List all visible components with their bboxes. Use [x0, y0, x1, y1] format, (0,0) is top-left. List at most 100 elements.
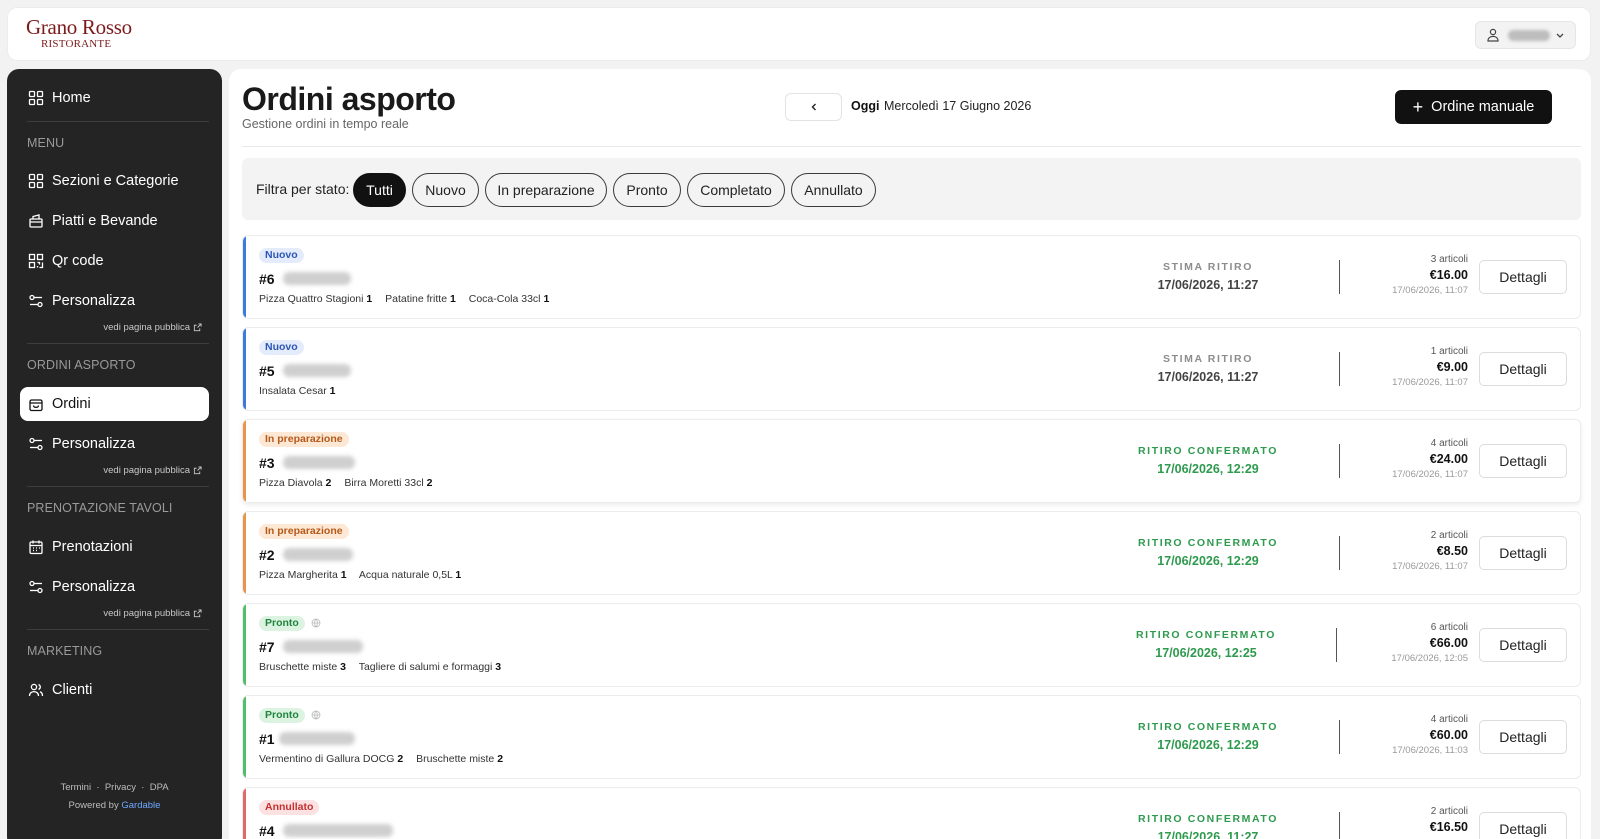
- item-name: Bruschette miste: [259, 661, 338, 673]
- grid-icon: [28, 90, 44, 106]
- filter-chip-nuovo[interactable]: Nuovo: [412, 173, 479, 207]
- order-summary: 6 articoli €66.00 17/06/2026, 12:05: [1391, 622, 1468, 664]
- item-name: Tagliere di salumi e formaggi: [358, 661, 493, 673]
- order-item: Birra Moretti 33cl 2: [344, 477, 432, 489]
- order-number: #2: [259, 547, 275, 563]
- status-badge: In preparazione: [259, 524, 349, 539]
- order-item: Insalata Cesar 1: [259, 385, 335, 397]
- order-item: Coca-Cola 33cl 1: [469, 293, 550, 305]
- order-card[interactable]: Nuovo #6 Pizza Quattro Stagioni 1 Patati…: [242, 235, 1581, 319]
- sidebar-item-piatti-bevande[interactable]: Piatti e Bevande: [20, 204, 209, 238]
- public-page-label: vedi pagina pubblica: [103, 465, 190, 476]
- order-items: Insalata Cesar 1: [259, 385, 345, 397]
- status-badge: In preparazione: [259, 432, 349, 447]
- terms-link[interactable]: Termini: [60, 782, 91, 793]
- order-items: Vermentino di Gallura DOCG 2 Bruschette …: [259, 753, 513, 765]
- details-button[interactable]: Dettagli: [1479, 628, 1567, 662]
- users-icon: [28, 683, 44, 697]
- sidebar-item-label: Home: [52, 90, 91, 106]
- order-total: €8.50: [1436, 544, 1468, 558]
- brand-logo[interactable]: Grano Rosso RISTORANTE: [26, 17, 132, 50]
- sidebar-item-prenotazioni[interactable]: Prenotazioni: [20, 530, 209, 564]
- item-name: Acqua naturale 0,5L: [358, 569, 453, 581]
- divider: [1339, 444, 1340, 478]
- order-items: Pizza Margherita 1 Acqua naturale 0,5L 1: [259, 569, 471, 581]
- order-number: #5: [259, 363, 275, 379]
- order-created-time: 17/06/2026, 11:07: [1392, 377, 1468, 388]
- order-card[interactable]: Nuovo #5 Insalata Cesar 1 STIMA RITIRO 1…: [242, 327, 1581, 411]
- page-subtitle: Gestione ordini in tempo reale: [242, 117, 409, 131]
- public-page-link-menu[interactable]: vedi pagina pubblica: [103, 322, 202, 333]
- order-card[interactable]: In preparazione #2 Pizza Margherita 1 Ac…: [242, 511, 1581, 595]
- details-button[interactable]: Dettagli: [1479, 352, 1567, 386]
- sidebar-item-home[interactable]: Home: [20, 81, 209, 115]
- order-card[interactable]: Pronto #1 Vermentino di Gallura DOCG 2 B…: [242, 695, 1581, 779]
- filter-chip-annullato[interactable]: Annullato: [791, 173, 876, 207]
- filter-chip-completato[interactable]: Completato: [687, 173, 785, 207]
- privacy-link[interactable]: Privacy: [105, 782, 136, 793]
- order-summary: 4 articoli €60.00 17/06/2026, 11:03: [1392, 714, 1468, 756]
- user-menu-button[interactable]: [1475, 21, 1576, 49]
- order-items: Pizza Quattro Stagioni 1 Patatine fritte…: [259, 293, 559, 305]
- pickup-time: 17/06/2026, 11:27: [1157, 278, 1259, 292]
- public-page-link-prenotazioni[interactable]: vedi pagina pubblica: [103, 608, 202, 619]
- order-total: €9.00: [1436, 360, 1468, 374]
- dpa-link[interactable]: DPA: [150, 782, 169, 793]
- brand-tagline: RISTORANTE: [41, 38, 112, 50]
- order-items: Pizza Diavola 2 Birra Moretti 33cl 2: [259, 477, 442, 489]
- pickup-info: RITIRO CONFERMATO 17/06/2026, 12:29: [1118, 537, 1298, 568]
- pickup-label: RITIRO CONFERMATO: [1138, 721, 1278, 733]
- customer-name-redacted: [283, 640, 363, 653]
- details-button[interactable]: Dettagli: [1479, 812, 1567, 839]
- sidebar-item-personalizza-menu[interactable]: Personalizza: [20, 284, 209, 318]
- status-bar: [243, 420, 246, 502]
- filter-chip-in-preparazione[interactable]: In preparazione: [485, 173, 607, 207]
- order-created-time: 17/06/2026, 11:07: [1392, 469, 1468, 480]
- order-number: #1: [259, 731, 275, 747]
- public-page-link-ordini[interactable]: vedi pagina pubblica: [103, 465, 202, 476]
- sidebar-item-label: Sezioni e Categorie: [52, 173, 179, 189]
- sliders-icon: [29, 437, 43, 451]
- item-name: Coca-Cola 33cl: [468, 293, 541, 305]
- bag-icon: [29, 399, 43, 412]
- pickup-time: 17/06/2026, 12:29: [1157, 738, 1259, 752]
- section-title-marketing: MARKETING: [27, 644, 103, 658]
- pickup-time: 17/06/2026, 12:29: [1157, 462, 1259, 476]
- order-card[interactable]: Pronto #7 Bruschette miste 3 Tagliere di…: [242, 603, 1581, 687]
- order-card[interactable]: Annullato #4 RITIRO CONFERMATO 17/06/202…: [242, 787, 1581, 839]
- sidebar-item-qr-code[interactable]: Qr code: [20, 244, 209, 278]
- order-total: €16.00: [1429, 268, 1468, 282]
- filter-chip-tutti[interactable]: Tutti: [353, 173, 406, 207]
- sidebar-item-ordini[interactable]: Ordini: [20, 387, 209, 421]
- header-divider: [242, 146, 1581, 147]
- sidebar-item-personalizza-prenotazioni[interactable]: Personalizza: [20, 570, 209, 604]
- sidebar-item-personalizza-ordini[interactable]: Personalizza: [20, 427, 209, 461]
- manual-order-button[interactable]: + Ordine manuale: [1395, 90, 1552, 124]
- order-summary: 3 articoli €16.00 17/06/2026, 11:07: [1392, 254, 1468, 296]
- public-page-label: vedi pagina pubblica: [103, 322, 190, 333]
- order-created-time: 17/06/2026, 11:07: [1392, 285, 1468, 296]
- details-button[interactable]: Dettagli: [1479, 720, 1567, 754]
- pickup-label: RITIRO CONFERMATO: [1138, 445, 1278, 457]
- grid-icon: [28, 173, 44, 189]
- main-panel: Ordini asporto Gestione ordini in tempo …: [229, 69, 1591, 839]
- sliders-icon: [29, 580, 43, 594]
- sidebar-item-clienti[interactable]: Clienti: [20, 673, 209, 707]
- filter-chip-pronto[interactable]: Pronto: [613, 173, 681, 207]
- legal-links: Termini · Privacy · DPA: [7, 782, 222, 793]
- details-button[interactable]: Dettagli: [1479, 260, 1567, 294]
- customer-name-redacted: [283, 548, 353, 561]
- divider: [1339, 352, 1340, 386]
- details-button[interactable]: Dettagli: [1479, 444, 1567, 478]
- provider-link[interactable]: Gardable: [121, 800, 160, 811]
- order-item: Pizza Quattro Stagioni 1: [259, 293, 372, 305]
- item-name: Pizza Diavola: [259, 477, 323, 489]
- divider: [27, 629, 209, 630]
- details-button[interactable]: Dettagli: [1479, 536, 1567, 570]
- previous-day-button[interactable]: [785, 93, 842, 121]
- sidebar-item-label: Clienti: [52, 682, 93, 698]
- sidebar-item-sezioni-categorie[interactable]: Sezioni e Categorie: [20, 164, 209, 198]
- chevron-left-icon: [811, 103, 816, 111]
- order-card[interactable]: In preparazione #3 Pizza Diavola 2 Birra…: [242, 419, 1581, 503]
- qr-code-icon: [28, 253, 44, 269]
